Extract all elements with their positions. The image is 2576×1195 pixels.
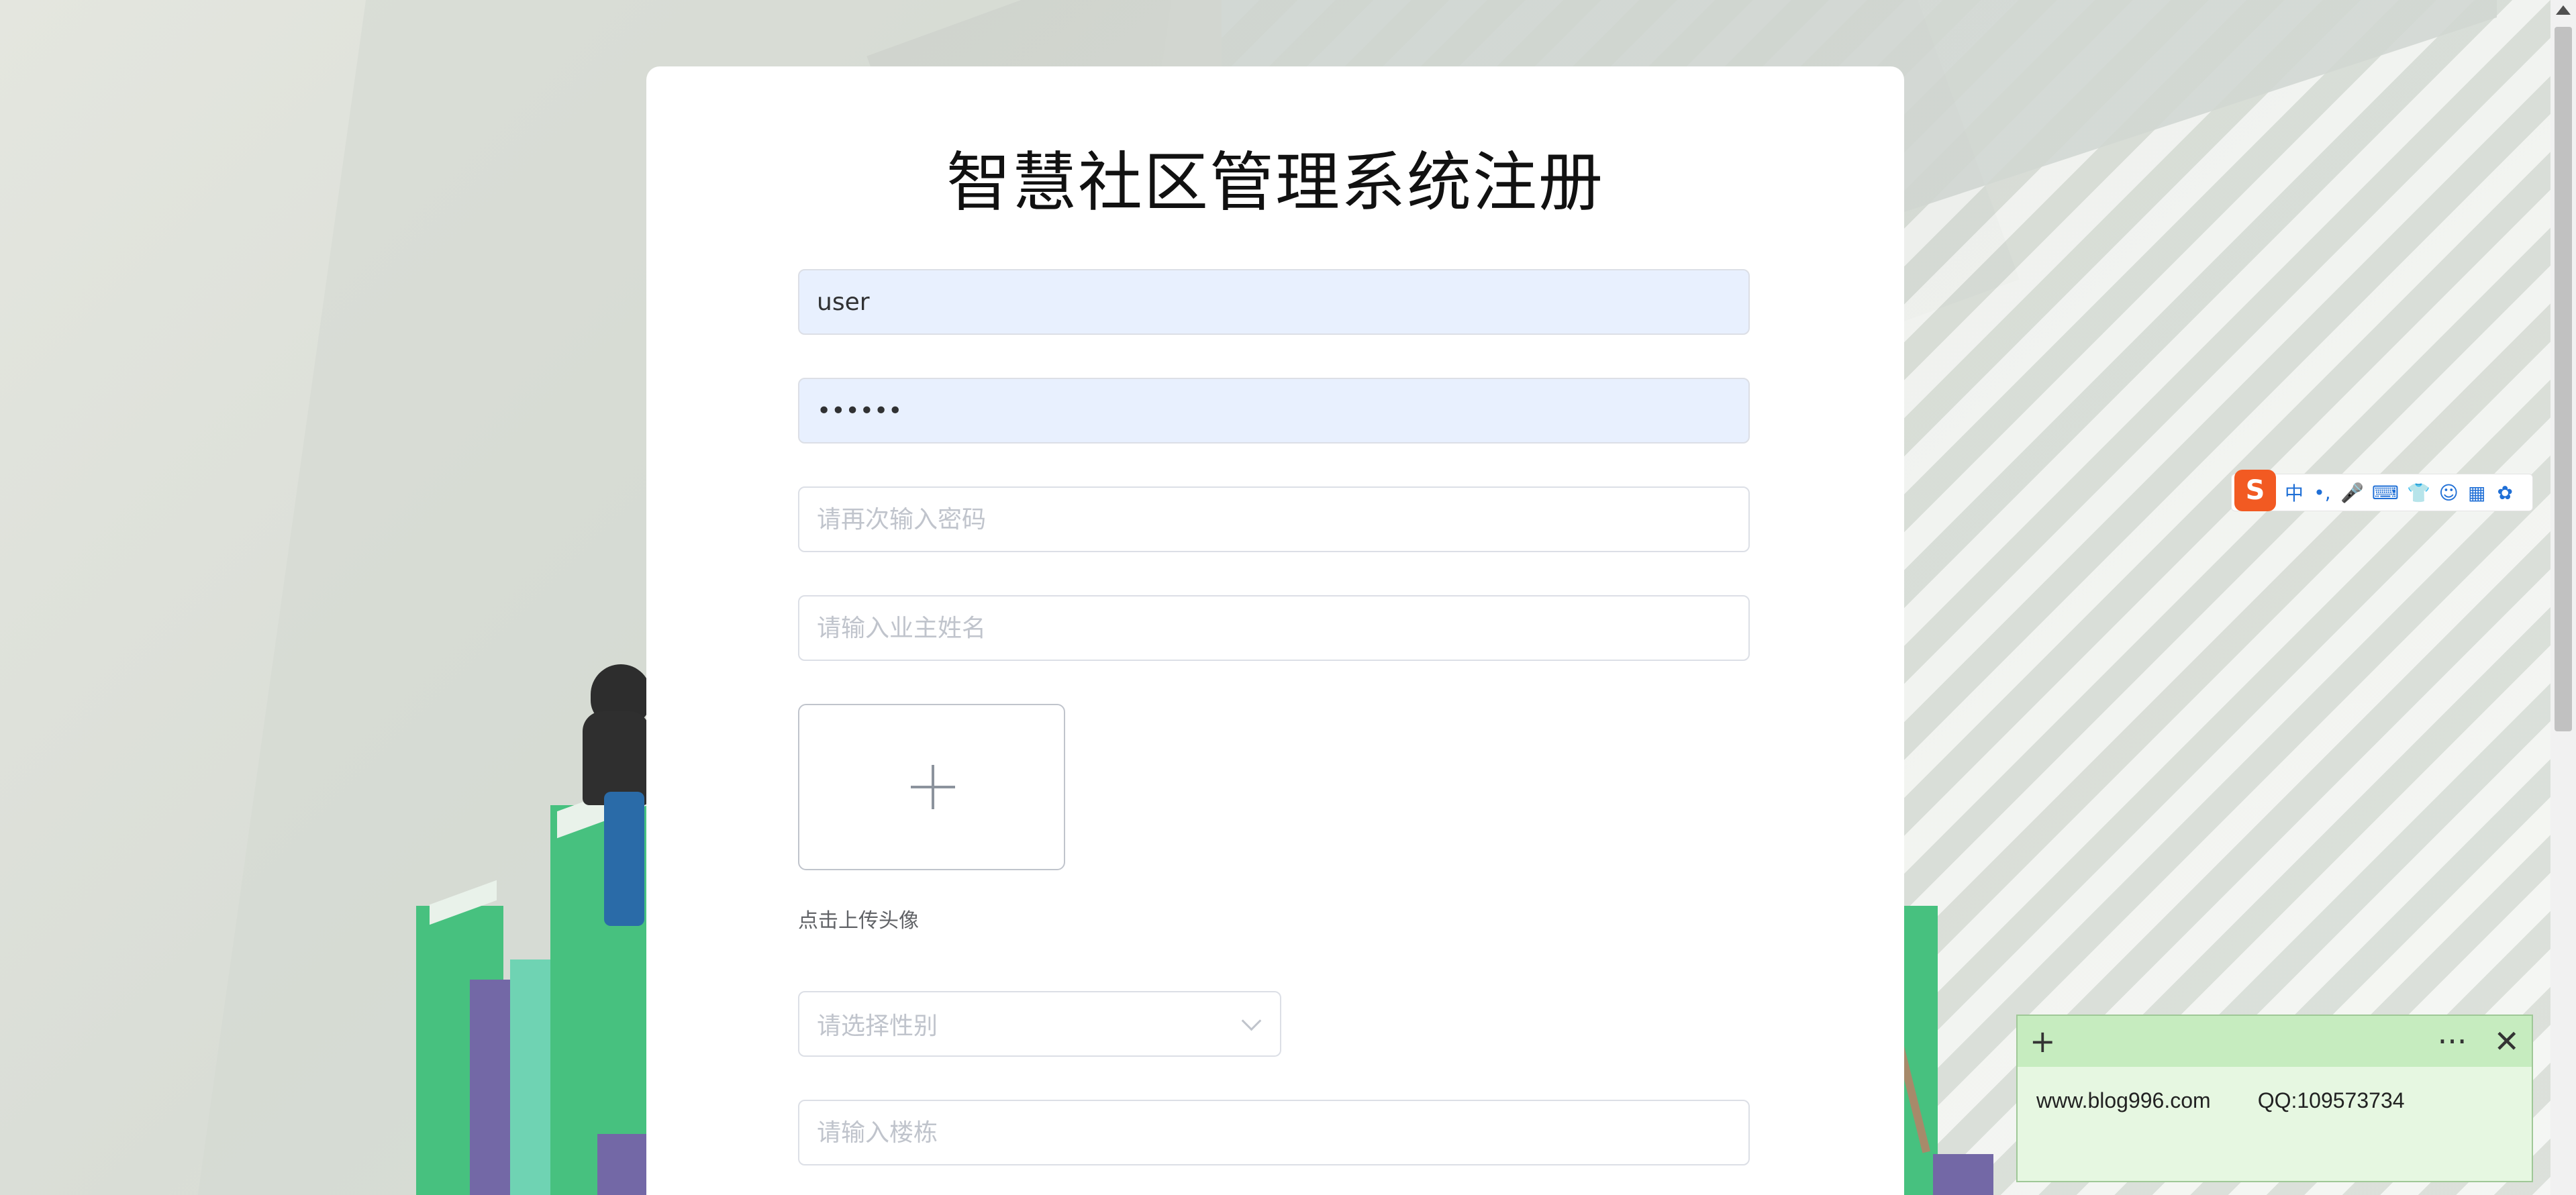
note-qq: QQ:109573734 — [2257, 1088, 2405, 1112]
sogou-logo-icon[interactable]: S — [2234, 470, 2276, 511]
close-note-button[interactable]: ✕ — [2493, 1023, 2520, 1059]
scroll-up-arrow-icon[interactable] — [2556, 5, 2571, 15]
assistant-icon[interactable]: ☺ — [2438, 482, 2459, 504]
building-illustration — [1933, 1154, 1993, 1195]
ime-toolbar[interactable]: S 中 •, 🎤 ⌨ 👕 ☺ ▦ ✿ — [2231, 470, 2533, 511]
scroll-thumb[interactable] — [2555, 27, 2572, 731]
microphone-icon[interactable]: 🎤 — [2340, 482, 2364, 504]
upload-tip: 点击上传头像 — [798, 909, 919, 933]
sticky-note: + ··· ✕ www.blog996.com QQ:109573734 — [2016, 1015, 2533, 1182]
username-input[interactable] — [798, 269, 1750, 335]
page-scrollbar[interactable] — [2550, 0, 2576, 1195]
building-illustration — [597, 1134, 646, 1195]
register-card: 智慧社区管理系统注册 点击上传头像 请选择性别 — [646, 66, 1904, 1195]
note-website: www.blog996.com — [2036, 1088, 2211, 1112]
page-background: 智慧社区管理系统注册 点击上传头像 请选择性别 S 中 •, 🎤 ⌨ 👕 ☺ ▦… — [0, 0, 2576, 1195]
gender-select-placeholder: 请选择性别 — [817, 1012, 938, 1040]
confirm-password-input[interactable] — [798, 486, 1750, 552]
person-illustration — [583, 711, 650, 805]
building-illustration — [1904, 906, 1938, 1195]
settings-icon[interactable]: ✿ — [2495, 482, 2515, 504]
add-note-button[interactable]: + — [2030, 1023, 2056, 1059]
toolbox-icon[interactable]: ▦ — [2467, 482, 2487, 504]
owner-name-input[interactable] — [798, 595, 1750, 661]
more-menu-button[interactable]: ··· — [2438, 1023, 2467, 1059]
chevron-down-icon — [1241, 1010, 1262, 1031]
gender-select[interactable]: 请选择性别 — [798, 991, 1281, 1057]
building-input[interactable] — [798, 1100, 1750, 1165]
avatar-upload-button[interactable] — [798, 704, 1065, 870]
person-illustration — [604, 792, 644, 926]
skin-icon[interactable]: 👕 — [2407, 482, 2430, 504]
building-illustration — [510, 959, 550, 1195]
password-input[interactable] — [798, 378, 1750, 444]
ime-punctuation-icon[interactable]: •, — [2312, 482, 2332, 504]
sticky-note-toolbar: + ··· ✕ — [2018, 1016, 2532, 1067]
keyboard-icon[interactable]: ⌨ — [2372, 482, 2399, 504]
page-title: 智慧社区管理系统注册 — [946, 145, 1604, 220]
sticky-note-content[interactable]: www.blog996.com QQ:109573734 — [2018, 1067, 2532, 1135]
ime-chinese-mode[interactable]: 中 — [2284, 479, 2304, 506]
